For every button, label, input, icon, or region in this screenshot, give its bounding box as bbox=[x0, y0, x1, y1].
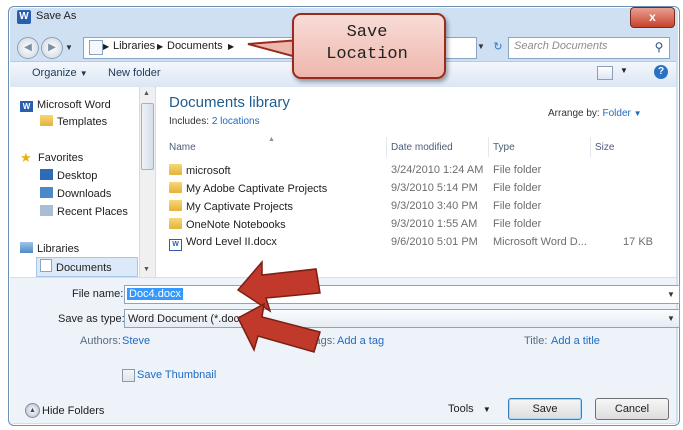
callout-text: Save Location bbox=[326, 23, 408, 64]
arrow-pointing-file-name bbox=[236, 259, 321, 313]
arrow-pointing-save-as-type bbox=[237, 302, 321, 353]
